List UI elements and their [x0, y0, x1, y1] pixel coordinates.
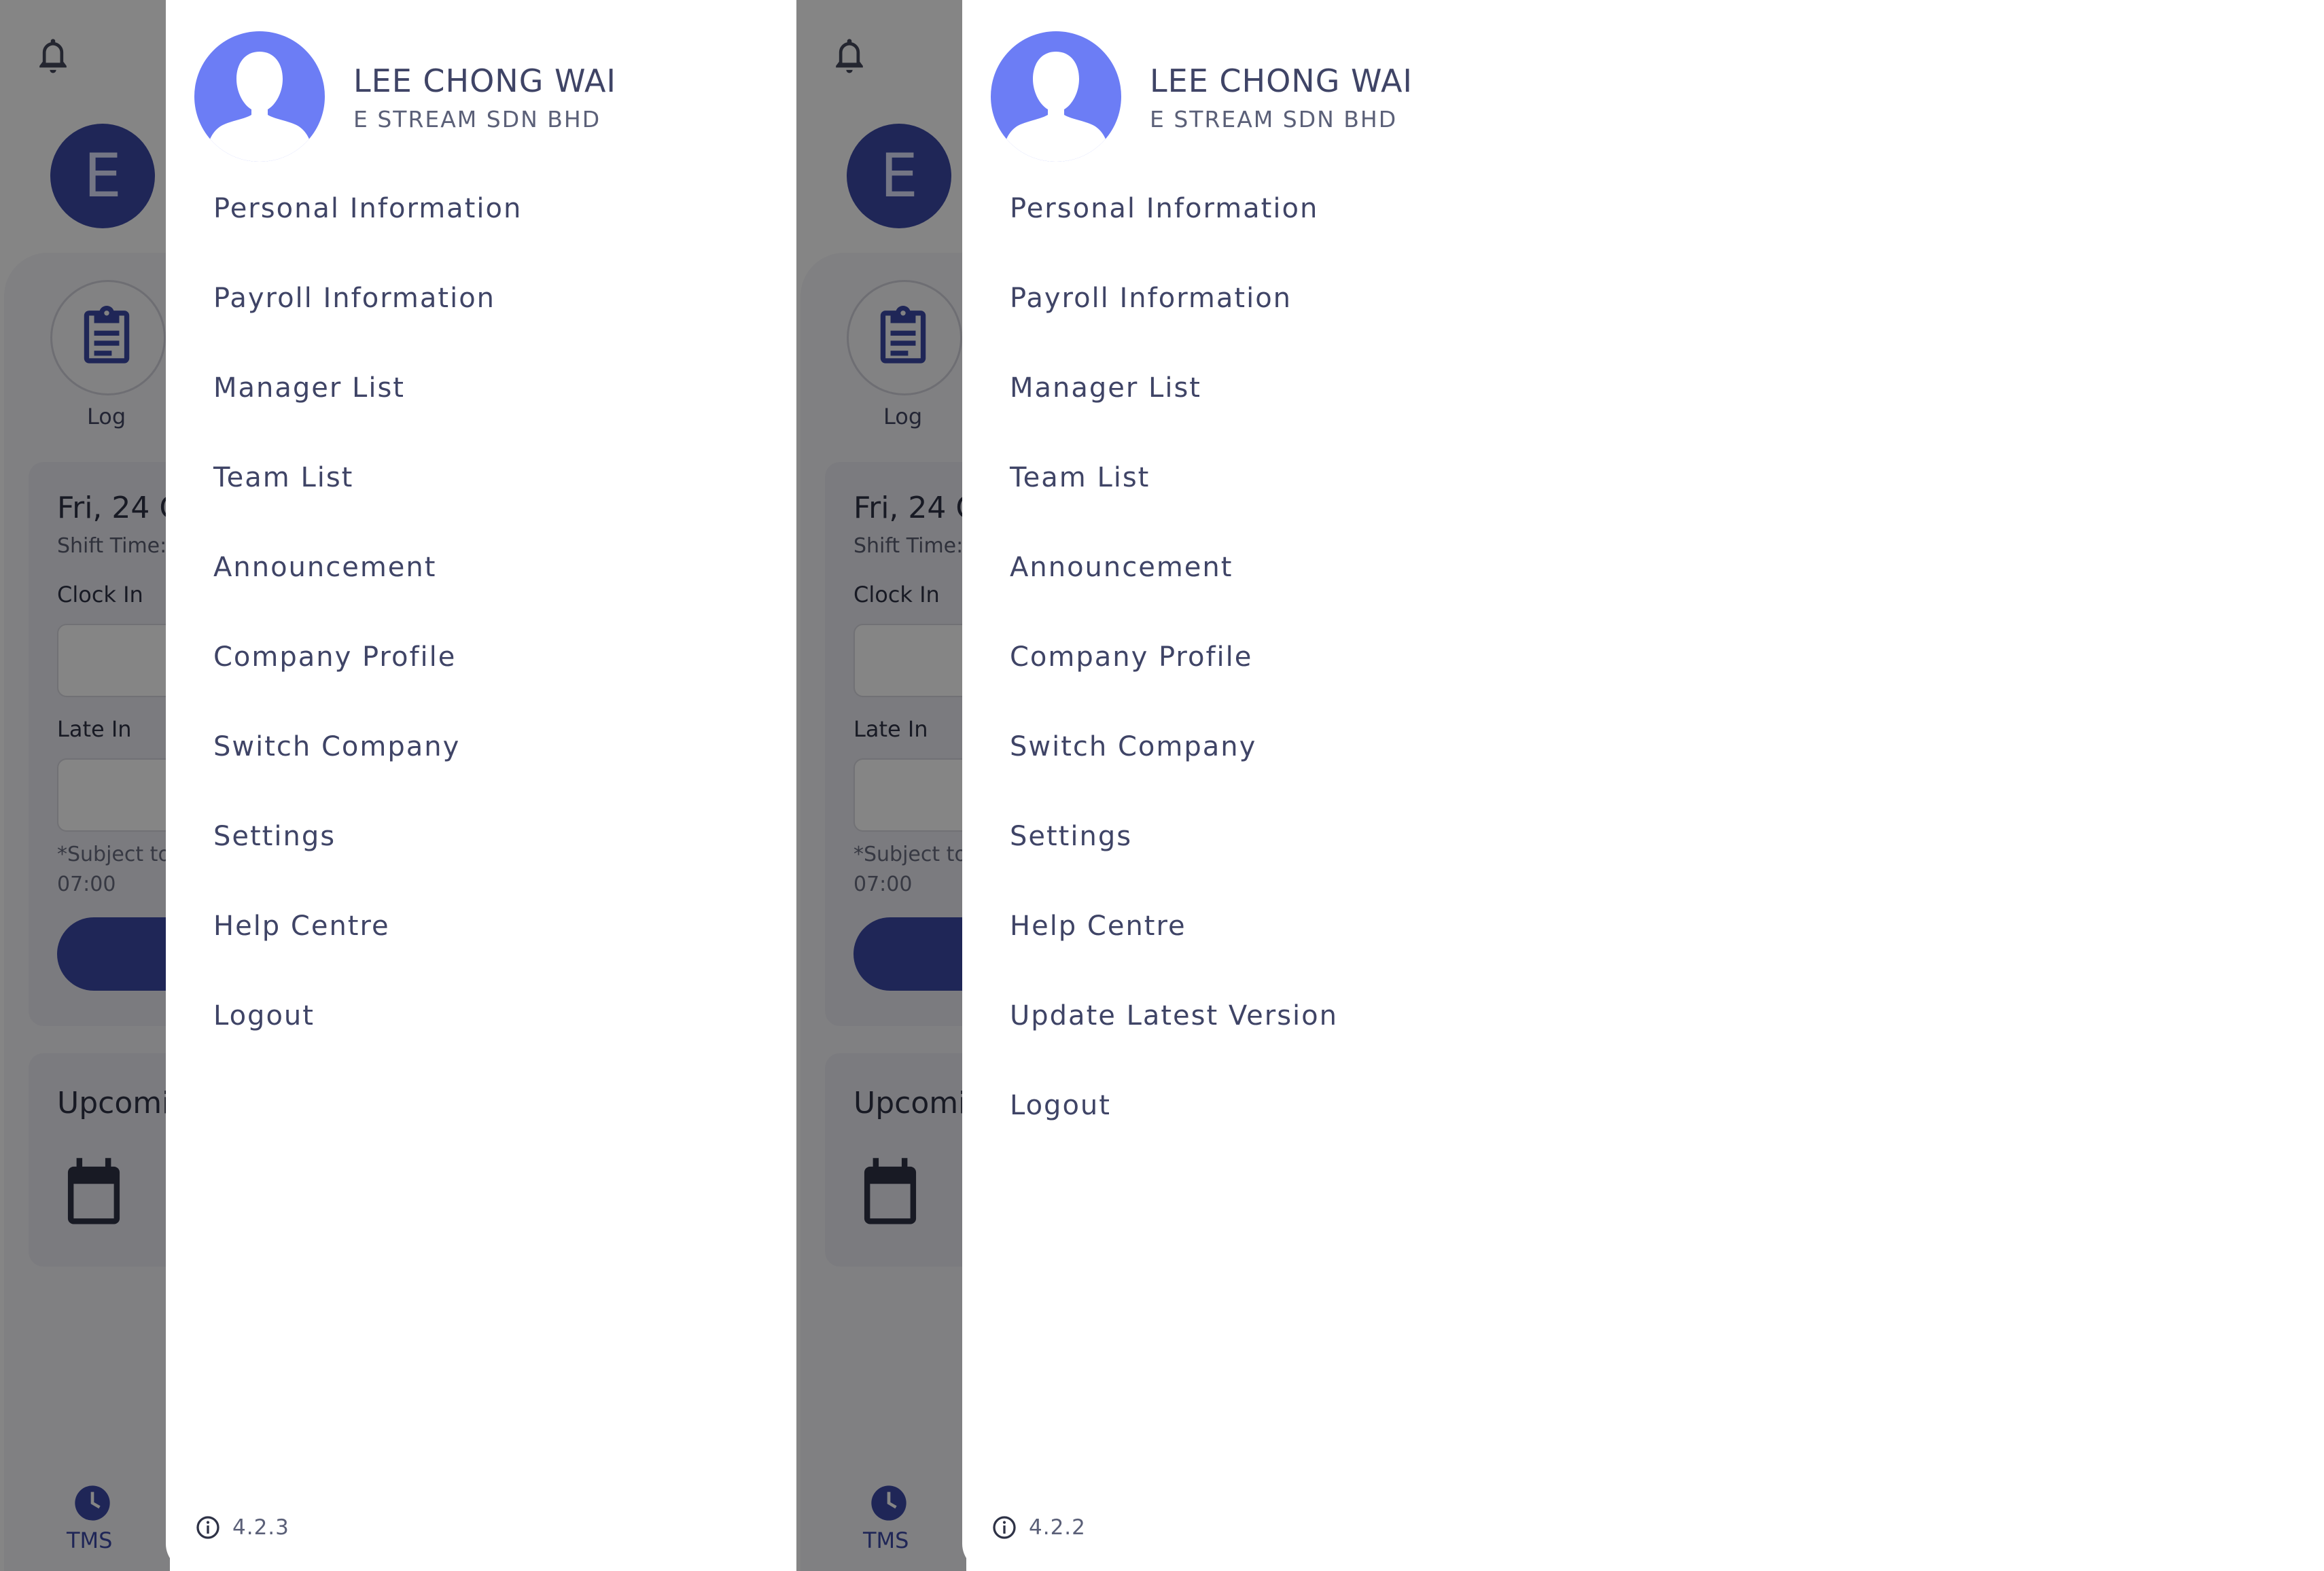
version-row: 4.2.2 — [992, 1513, 1086, 1542]
version-text: 4.2.2 — [1029, 1515, 1086, 1540]
user-name: LEE CHONG WAI — [1150, 63, 1413, 99]
menu-item-switch-company[interactable]: Switch Company — [1010, 723, 1338, 813]
menu-item-payroll-information[interactable]: Payroll Information — [1010, 275, 1338, 364]
menu-item-help-centre[interactable]: Help Centre — [1010, 902, 1338, 992]
drawer-menu: Personal Information Payroll Information… — [1010, 185, 1338, 1171]
menu-item-update-latest-version[interactable]: Update Latest Version — [1010, 992, 1338, 1082]
menu-item-company-profile[interactable]: Company Profile — [213, 633, 522, 723]
menu-item-personal-information[interactable]: Personal Information — [213, 185, 522, 275]
user-name: LEE CHONG WAI — [353, 63, 616, 99]
avatar-placeholder-icon[interactable] — [194, 31, 325, 162]
menu-item-help-centre[interactable]: Help Centre — [213, 902, 522, 992]
company-name: E STREAM SDN BHD — [1150, 106, 1398, 133]
navigation-drawer: LEE CHONG WAI E STREAM SDN BHD Personal … — [962, 0, 2324, 1571]
info-icon — [196, 1516, 219, 1539]
menu-item-company-profile[interactable]: Company Profile — [1010, 633, 1338, 723]
version-text: 4.2.3 — [232, 1515, 289, 1540]
home-background: E Log Fri, 24 O Shift Time: Clock In Lat… — [0, 0, 170, 1571]
navigation-drawer: LEE CHONG WAI E STREAM SDN BHD Personal … — [166, 0, 796, 1571]
menu-item-manager-list[interactable]: Manager List — [213, 364, 522, 454]
menu-item-team-list[interactable]: Team List — [213, 454, 522, 544]
drawer-scrim[interactable] — [0, 0, 170, 1571]
info-icon — [993, 1516, 1016, 1539]
menu-item-logout[interactable]: Logout — [1010, 1082, 1338, 1171]
menu-item-personal-information[interactable]: Personal Information — [1010, 185, 1338, 275]
menu-item-settings[interactable]: Settings — [1010, 813, 1338, 902]
drawer-scrim[interactable] — [796, 0, 966, 1571]
menu-item-switch-company[interactable]: Switch Company — [213, 723, 522, 813]
menu-item-manager-list[interactable]: Manager List — [1010, 364, 1338, 454]
version-row: 4.2.3 — [196, 1513, 289, 1542]
screen-version-4-2-2: E Log Fri, 24 O Shift Time: Clock In Lat… — [796, 0, 2324, 1571]
home-background: E Log Fri, 24 O Shift Time: Clock In Lat… — [796, 0, 966, 1571]
drawer-menu: Personal Information Payroll Information… — [213, 185, 522, 1082]
menu-item-announcement[interactable]: Announcement — [1010, 544, 1338, 633]
screen-version-4-2-3: E Log Fri, 24 O Shift Time: Clock In Lat… — [0, 0, 796, 1571]
menu-item-announcement[interactable]: Announcement — [213, 544, 522, 633]
menu-item-payroll-information[interactable]: Payroll Information — [213, 275, 522, 364]
avatar-placeholder-icon[interactable] — [991, 31, 1121, 162]
menu-item-logout[interactable]: Logout — [213, 992, 522, 1082]
menu-item-team-list[interactable]: Team List — [1010, 454, 1338, 544]
menu-item-settings[interactable]: Settings — [213, 813, 522, 902]
company-name: E STREAM SDN BHD — [353, 106, 601, 133]
